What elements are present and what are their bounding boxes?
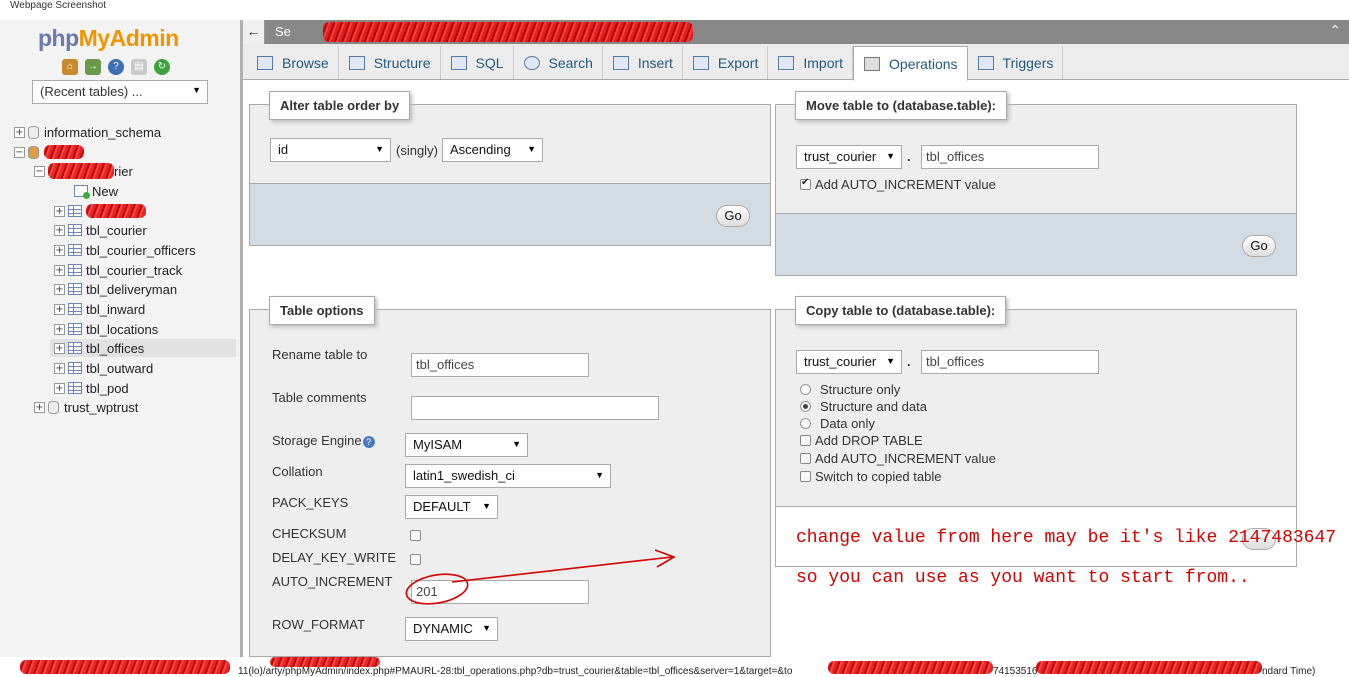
redacted-url-part: [828, 661, 993, 674]
redacted-url-part: [1036, 661, 1262, 674]
annotation-text-line2: so you can use as you want to start from…: [796, 568, 1250, 588]
annotation-arrow-line: [451, 556, 673, 583]
status-bar: 11(lo)/arty/phpMyAdmin/index.php#PMAURL-…: [0, 657, 1349, 677]
status-tail: ndard Time): [1262, 666, 1316, 677]
screen: Webpage Screenshot phpMyAdmin ⌂ → ? ▤ ↻ …: [0, 0, 1349, 677]
annotation-circle: [405, 573, 469, 605]
status-mid: 74153516: [993, 666, 1038, 677]
redacted-url-start: [20, 660, 230, 674]
status-url: 11(lo)/arty/phpMyAdmin/index.php#PMAURL-…: [238, 666, 793, 677]
annotation-text-line1: change value from here may be it's like …: [796, 528, 1337, 548]
